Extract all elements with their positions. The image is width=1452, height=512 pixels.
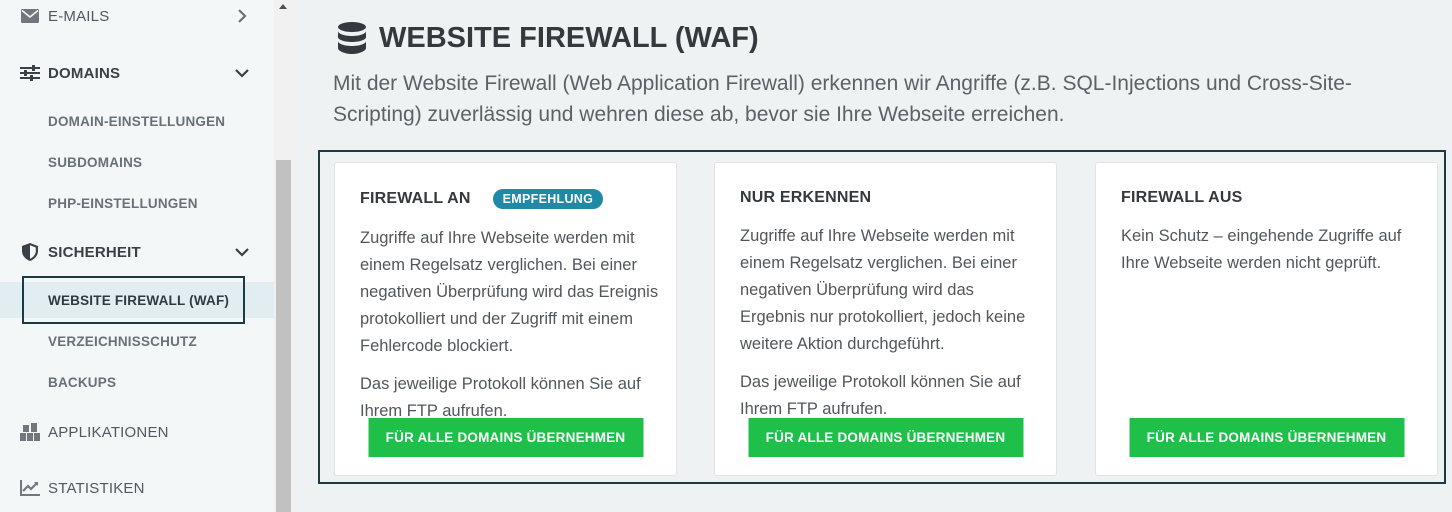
card-firewall-off[interactable]: FIREWALL AUS Kein Schutz – eingehende Zu… (1095, 162, 1438, 476)
sidebar-subitem-php-settings[interactable]: PHP-EINSTELLUNGEN (0, 185, 274, 221)
card-title: NUR ERKENNEN (740, 189, 871, 207)
apply-all-domains-button[interactable]: FÜR ALLE DOMAINS ÜBERNEHMEN (748, 418, 1023, 457)
sidebar-item-label: APPLIKATIONEN (48, 423, 169, 441)
card-body: Zugriffe auf Ihre Webseite werden mit ei… (360, 225, 660, 423)
chevron-down-icon (234, 65, 250, 81)
card-title-text: FIREWALL AUS (1121, 189, 1243, 206)
page-title-text: WEBSITE FIREWALL (WAF) (379, 21, 759, 54)
sidebar-item-emails[interactable]: E-MAILS (0, 0, 274, 36)
firewall-mode-options: FIREWALL AN EMPFEHLUNG Zugriffe auf Ihre… (318, 150, 1446, 484)
recommendation-badge: EMPFEHLUNG (492, 189, 604, 209)
shield-icon (20, 243, 40, 261)
card-text: Kein Schutz – eingehende Zugriffe auf Ih… (1121, 227, 1402, 272)
page-title: WEBSITE FIREWALL (WAF) (337, 20, 759, 56)
card-body: Kein Schutz – eingehende Zugriffe auf Ih… (1121, 223, 1421, 421)
sidebar-subitem-backups[interactable]: BACKUPS (0, 364, 274, 400)
card-text: Zugriffe auf Ihre Webseite werden mit ei… (360, 229, 659, 355)
card-title: FIREWALL AUS (1121, 189, 1243, 207)
sidebar-item-label: E-MAILS (48, 7, 110, 25)
scroll-up-arrow-icon[interactable] (279, 4, 287, 9)
sidebar-item-statistics[interactable]: STATISTIKEN (0, 468, 274, 508)
sidebar-subitem-waf[interactable]: WEBSITE FIREWALL (WAF) (0, 276, 274, 324)
database-icon (337, 22, 367, 54)
apply-all-domains-button[interactable]: FÜR ALLE DOMAINS ÜBERNEHMEN (368, 418, 643, 457)
sidebar-subitem-domain-settings[interactable]: DOMAIN-EINSTELLUNGEN (0, 103, 274, 139)
sidebar-subitem-label: VERZEICHNISSCHUTZ (48, 333, 197, 349)
card-title-text: NUR ERKENNEN (740, 189, 872, 206)
apply-all-domains-button[interactable]: FÜR ALLE DOMAINS ÜBERNEHMEN (1129, 418, 1404, 457)
card-body: Zugriffe auf Ihre Webseite werden mit ei… (740, 223, 1040, 421)
sidebar-subitem-label: WEBSITE FIREWALL (WAF) (48, 292, 230, 308)
scrollbar-thumb[interactable] (276, 160, 291, 512)
card-title-text: FIREWALL AN (360, 190, 471, 207)
sidebar-item-label: SICHERHEIT (48, 243, 141, 261)
card-detect-only[interactable]: NUR ERKENNEN Zugriffe auf Ihre Webseite … (714, 162, 1057, 476)
sidebar-subitem-label: SUBDOMAINS (48, 154, 143, 170)
card-text: Das jeweilige Protokoll können Sie auf I… (360, 375, 641, 420)
card-text: Das jeweilige Protokoll können Sie auf I… (740, 373, 1021, 418)
sidebar-subitem-dir-protection[interactable]: VERZEICHNISSCHUTZ (0, 323, 274, 359)
sidebar-subitem-subdomains[interactable]: SUBDOMAINS (0, 144, 274, 180)
sidebar-item-label: DOMAINS (48, 64, 121, 82)
card-text: Zugriffe auf Ihre Webseite werden mit ei… (740, 227, 1026, 353)
sliders-icon (20, 64, 40, 82)
envelope-icon (20, 7, 40, 25)
sidebar-subitem-label: PHP-EINSTELLUNGEN (48, 195, 198, 211)
sidebar-subitem-label: BACKUPS (48, 374, 117, 390)
main-content: WEBSITE FIREWALL (WAF) Mit der Website F… (293, 0, 1452, 512)
card-firewall-on[interactable]: FIREWALL AN EMPFEHLUNG Zugriffe auf Ihre… (334, 162, 677, 476)
sidebar-item-label: STATISTIKEN (48, 479, 145, 497)
applications-icon (20, 423, 40, 441)
sidebar: E-MAILS DOMAINS DOMAIN-EINSTELLUNGEN SUB… (0, 0, 274, 512)
card-title: FIREWALL AN EMPFEHLUNG (360, 189, 604, 209)
sidebar-scrollbar[interactable] (274, 0, 293, 512)
sidebar-item-applications[interactable]: APPLIKATIONEN (0, 412, 274, 452)
sidebar-item-domains[interactable]: DOMAINS (0, 53, 274, 93)
sidebar-subitem-label: DOMAIN-EINSTELLUNGEN (48, 113, 226, 129)
sidebar-item-security[interactable]: SICHERHEIT (0, 232, 274, 272)
chart-icon (20, 479, 40, 497)
page-description: Mit der Website Firewall (Web Applicatio… (333, 72, 1352, 126)
chevron-down-icon (234, 244, 250, 260)
chevron-right-icon (234, 8, 250, 24)
